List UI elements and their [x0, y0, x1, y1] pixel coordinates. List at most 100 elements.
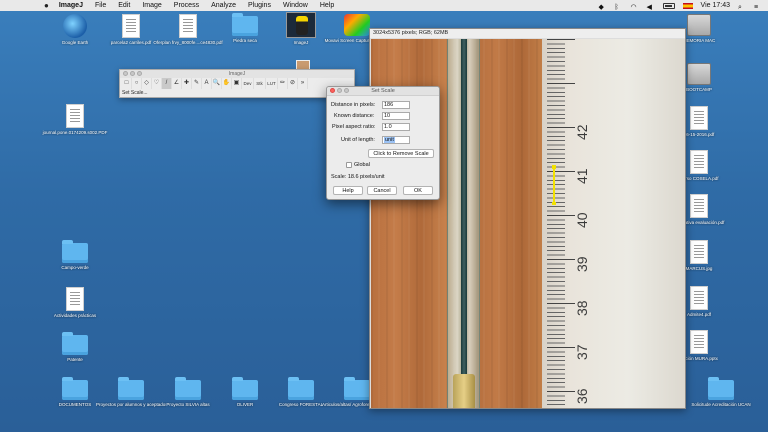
folder-icon	[232, 13, 258, 36]
cancel-button[interactable]: Cancel	[367, 186, 397, 195]
ruler-number: 39	[574, 256, 590, 272]
menu-app-name[interactable]: ImageJ	[59, 0, 83, 11]
unit-row: Unit of length:	[341, 136, 375, 144]
dialog-title: Set Scale	[371, 88, 395, 94]
folder-icon	[708, 377, 734, 400]
aspect-ratio-label: Pixel aspect ratio:	[332, 124, 376, 130]
polygon-tool-icon[interactable]: ◇	[142, 78, 152, 89]
desktop-icon-solicitude[interactable]: Solicitude Acreditación UCAN	[686, 377, 756, 408]
dropper-tool-icon[interactable]: ⊘	[288, 78, 298, 89]
toolbar-status: Set Scale...	[122, 90, 148, 96]
line-tool-icon[interactable]: /	[162, 78, 172, 89]
text-tool-icon[interactable]: A	[202, 78, 212, 89]
ruler-number: 36	[574, 388, 590, 404]
point-tool-icon[interactable]: ✚	[182, 78, 192, 89]
rectangle-tool-icon[interactable]: □	[122, 78, 132, 89]
unit-input-selected-text: unit	[384, 137, 395, 143]
oval-tool-icon[interactable]: ○	[132, 78, 142, 89]
folder-icon	[175, 377, 201, 400]
google-earth-icon	[63, 14, 87, 38]
angle-tool-icon[interactable]: ∠	[172, 78, 182, 89]
menu-analyze[interactable]: Analyze	[211, 0, 236, 11]
stk-tool-button[interactable]: Stk	[254, 78, 266, 89]
freehand-tool-icon[interactable]: ♡	[152, 78, 162, 89]
folder-icon	[62, 240, 88, 263]
ok-button[interactable]: OK	[403, 186, 433, 195]
global-checkbox[interactable]	[346, 162, 352, 168]
menu-window[interactable]: Window	[283, 0, 308, 11]
ruler-major-ticks	[547, 39, 575, 408]
aspect-ratio-input[interactable]: 1.0	[382, 123, 410, 131]
dialog-minimize-button[interactable]	[337, 88, 342, 93]
close-button[interactable]	[123, 71, 128, 76]
ruler-number: 42	[574, 124, 590, 140]
input-language-icon[interactable]	[682, 2, 693, 9]
wand-tool-icon[interactable]: ✎	[192, 78, 202, 89]
status-menus: ◆ ᛒ ◠ ◀ Vie 17:43 ⌕ ≡	[599, 0, 762, 11]
ruler-number: 37	[574, 344, 590, 360]
menu-plugins[interactable]: Plugins	[248, 0, 271, 11]
more-tools-icon[interactable]: »	[298, 78, 308, 89]
ruler-number: 40	[574, 212, 590, 228]
pdf-document-icon	[66, 104, 84, 128]
folder-icon	[232, 377, 258, 400]
dialog-zoom-button[interactable]	[344, 88, 349, 93]
pdf-document-icon	[690, 286, 708, 310]
wifi-icon[interactable]: ◠	[631, 2, 639, 11]
document-icon	[66, 287, 84, 311]
menu-image[interactable]: Image	[142, 0, 161, 11]
dropbox-icon[interactable]: ◆	[599, 2, 607, 11]
pencil-tool-icon[interactable]: ✏	[278, 78, 288, 89]
folder-icon	[62, 377, 88, 400]
help-button[interactable]: Help	[333, 186, 363, 195]
known-distance-input[interactable]: 10	[382, 112, 410, 120]
distance-input[interactable]: 186	[382, 101, 410, 109]
presentation-document-icon	[690, 330, 708, 354]
window-controls	[123, 71, 142, 76]
image-document-icon	[690, 240, 708, 264]
spotlight-icon[interactable]: ⌕	[738, 2, 746, 11]
dialog-titlebar[interactable]: Set Scale	[327, 87, 439, 96]
folder-icon	[118, 377, 144, 400]
hard-drive-icon	[687, 14, 711, 36]
notification-center-icon[interactable]: ≡	[754, 2, 762, 11]
dialog-close-button[interactable]	[330, 88, 335, 93]
aspect-row: Pixel aspect ratio:	[332, 123, 375, 131]
color-picker-tool-icon[interactable]: ▣	[232, 78, 242, 89]
measurement-line-selection[interactable]	[552, 165, 555, 205]
zoom-button[interactable]	[137, 71, 142, 76]
menu-file[interactable]: File	[95, 0, 106, 11]
desktop-icon-patente[interactable]: Patente	[40, 332, 110, 363]
apple-menu-icon[interactable]: ●	[44, 0, 49, 11]
lut-tool-button[interactable]: LUT	[266, 78, 278, 89]
battery-icon[interactable]	[662, 2, 675, 9]
minimize-button[interactable]	[130, 71, 135, 76]
image-info-bar: 3024x5376 pixels; RGB; 62MB	[370, 29, 685, 38]
magnifier-tool-icon[interactable]: 🔍	[212, 78, 222, 89]
pdf-document-icon	[690, 194, 708, 218]
menu-process[interactable]: Process	[174, 0, 199, 11]
unit-label: Unit of length:	[341, 137, 375, 143]
dev-tool-button[interactable]: Dev	[242, 78, 254, 89]
pen-tip	[453, 374, 475, 408]
toolbar-title: ImageJ	[228, 71, 246, 77]
menu-edit[interactable]: Edit	[118, 0, 130, 11]
global-label: Global	[354, 162, 370, 168]
desktop-icon-campo-verde[interactable]: Campo-verde	[40, 240, 110, 271]
scale-readout: Scale: 18.6 pixels/unit	[331, 174, 385, 180]
unit-input[interactable]: unit	[382, 136, 410, 144]
bluetooth-icon[interactable]: ᛒ	[615, 2, 623, 11]
remove-scale-button[interactable]: Click to Remove Scale	[368, 149, 434, 158]
known-row: Known distance:	[334, 112, 374, 120]
distance-label: Distance in pixels:	[331, 102, 376, 108]
ruler-number: 38	[574, 300, 590, 316]
desktop-icon-journal[interactable]: journal.pone.0174209.s002.PDF	[40, 104, 110, 136]
desktop-icon-actividades[interactable]: Actividades prácticas	[40, 287, 110, 319]
menu-clock[interactable]: Vie 17:43	[701, 0, 730, 11]
toolbar-titlebar[interactable]: ImageJ	[120, 70, 354, 78]
known-distance-label: Known distance:	[334, 113, 375, 119]
volume-icon[interactable]: ◀	[647, 2, 655, 11]
menu-help[interactable]: Help	[320, 0, 334, 11]
scroll-tool-icon[interactable]: ✋	[222, 78, 232, 89]
folder-icon	[62, 332, 88, 355]
